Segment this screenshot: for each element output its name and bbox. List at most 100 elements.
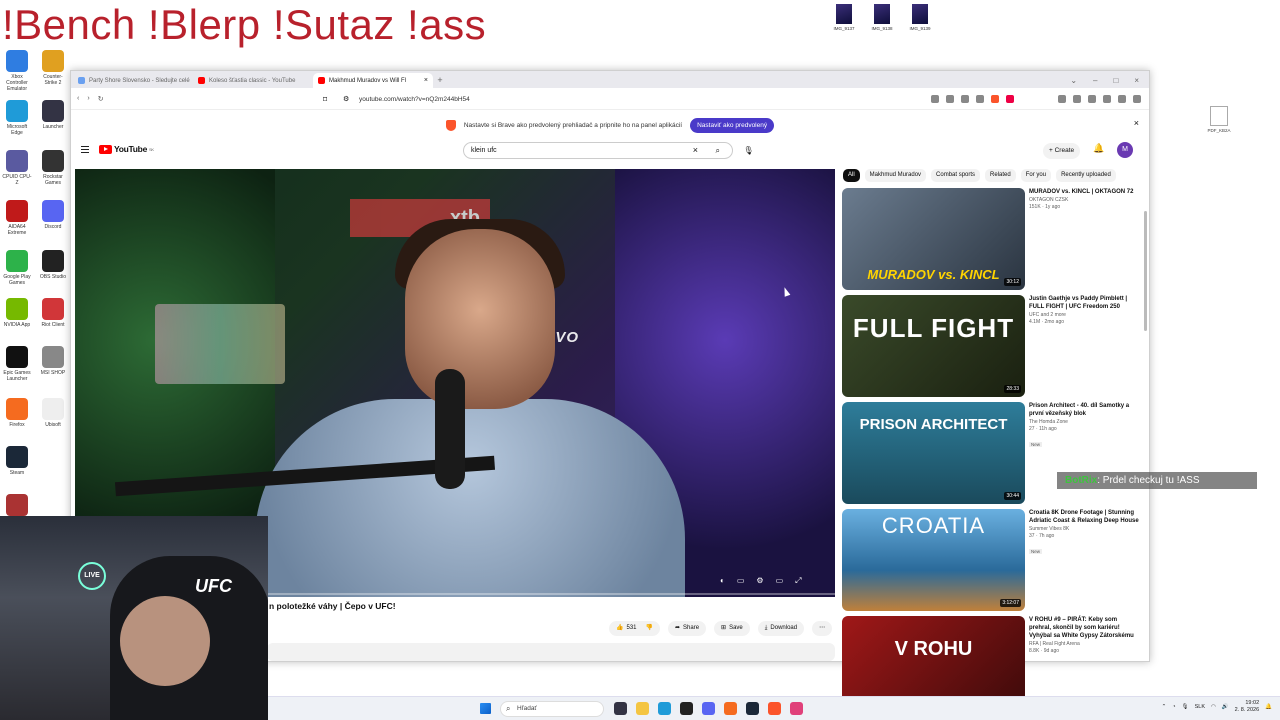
set-default-button[interactable]: Nastaviť ako predvolený <box>690 117 775 133</box>
menu-icon[interactable] <box>1133 95 1141 103</box>
desktop-image-file[interactable]: IMG_9137 <box>832 4 856 31</box>
video-thumbnail[interactable]: CROATIA 3:12:07 <box>842 509 1025 611</box>
brave-rewards-icon[interactable] <box>1006 95 1014 103</box>
save-button[interactable]: ⊞ Save <box>714 621 750 636</box>
desktop-icon[interactable]: Rockstar Games <box>38 150 68 186</box>
recommended-video[interactable]: MURADOV vs. KINCL 30:12 MURADOV vs. KINCL … <box>842 188 1142 290</box>
notification-icon[interactable]: 🔔 <box>1265 704 1272 710</box>
tab-koleso[interactable]: Koleso šťastia classic - YouTube <box>193 73 313 88</box>
download-button[interactable]: ⤓ Download <box>757 621 805 636</box>
cast-icon[interactable] <box>961 95 969 103</box>
brave-icon[interactable] <box>768 702 781 715</box>
desktop-icon[interactable]: Discord <box>38 200 68 230</box>
filter-chip[interactable]: All <box>843 169 860 182</box>
tray-chevron-icon[interactable]: ⌃ <box>1162 704 1167 710</box>
task-view-icon[interactable] <box>614 702 627 715</box>
desktop-icon[interactable]: Steam <box>2 446 32 476</box>
file-explorer-icon[interactable] <box>636 702 649 715</box>
search-input[interactable]: klein ufc × ⌕ <box>463 142 733 159</box>
search-icon[interactable]: ⌕ <box>716 143 720 158</box>
close-window-icon[interactable]: × <box>1134 73 1139 88</box>
desktop-icon[interactable]: Riot Client <box>38 298 68 328</box>
scrollbar[interactable] <box>1144 211 1147 331</box>
steam-icon[interactable] <box>746 702 759 715</box>
youtube-logo[interactable]: YouTube SK <box>99 144 154 154</box>
tab-party-shore[interactable]: Party Shore Slovensko - Sledujte celé <box>73 73 193 88</box>
desktop-icon[interactable]: MSI SHOP <box>38 346 68 376</box>
firefox-icon[interactable] <box>724 702 737 715</box>
taskbar-search-input[interactable]: Hľadať <box>500 701 604 717</box>
channel-name[interactable]: The Homda Zone <box>1029 419 1139 426</box>
desktop-icon[interactable]: Launcher <box>38 100 68 130</box>
video-thumbnail[interactable]: PRISON ARCHITECT 30:44 <box>842 402 1025 504</box>
like-button[interactable]: 👍 531 👎 <box>609 621 660 636</box>
bookmark-icon[interactable]: ⌑ <box>323 95 327 104</box>
video-title[interactable]: Croatia 8K Drone Footage | Stunning Adri… <box>1029 509 1139 525</box>
video-title[interactable]: Justin Gaethje vs Paddy Pimblett | FULL … <box>1029 295 1139 311</box>
desktop-icon[interactable]: Firefox <box>2 398 32 428</box>
reload-icon[interactable]: ↻ <box>98 95 104 103</box>
forward-icon[interactable]: › <box>87 95 89 102</box>
share-icon[interactable] <box>976 95 984 103</box>
obs-icon[interactable] <box>680 702 693 715</box>
new-tab-button[interactable]: + <box>433 73 447 88</box>
clear-search-icon[interactable]: × <box>693 143 698 158</box>
desktop-icon[interactable]: Counter-Strike 2 <box>38 50 68 86</box>
discord-icon[interactable] <box>702 702 715 715</box>
brave-shield-icon[interactable] <box>991 95 999 103</box>
network-icon[interactable]: ◔ <box>1172 704 1175 710</box>
wallet-icon[interactable] <box>1088 95 1096 103</box>
filter-chip[interactable]: Recently uploaded <box>1056 169 1116 182</box>
back-icon[interactable]: ‹ <box>77 95 79 102</box>
video-title[interactable]: Prison Architect - 40. díl Samotky a prv… <box>1029 402 1139 418</box>
music-icon[interactable] <box>1058 95 1066 103</box>
desktop-icon[interactable]: Microsoft Edge <box>2 100 32 136</box>
share-button[interactable]: ➦ Share <box>667 621 707 636</box>
thumbs-down-icon[interactable]: 👎 <box>646 621 653 636</box>
extension-icon[interactable] <box>1103 95 1111 103</box>
recommended-video[interactable]: FULL FIGHT 28:33 Justin Gaethje vs Paddy P… <box>842 295 1142 397</box>
filter-chip[interactable]: Makhmud Muradov <box>864 169 927 182</box>
description-box[interactable] <box>267 643 835 661</box>
desktop-icon[interactable]: NVIDIA App <box>2 298 32 328</box>
site-info-icon[interactable]: ⚙ <box>343 95 349 103</box>
sidebar-icon[interactable] <box>1073 95 1081 103</box>
voice-search-icon[interactable]: 🎙 <box>742 144 755 157</box>
zoom-icon[interactable] <box>946 95 954 103</box>
desktop-image-file[interactable]: IMG_9138 <box>870 4 894 31</box>
desktop-icon-pdf[interactable]: PDF_KB2A <box>1204 106 1234 133</box>
maximize-icon[interactable]: □ <box>1113 73 1118 88</box>
close-notice-icon[interactable]: × <box>1134 118 1139 128</box>
create-button[interactable]: + Create <box>1043 143 1081 159</box>
captions-icon[interactable]: ▭ <box>737 576 745 586</box>
desktop-icon[interactable]: AIDA64 Extreme <box>2 200 32 236</box>
video-title[interactable]: MURADOV vs. KINCL | OKTAGON 72 <box>1029 188 1139 196</box>
mic-icon[interactable]: 🎙 <box>1182 704 1189 710</box>
desktop-icon[interactable]: Xbox Controller Emulator <box>2 50 32 92</box>
clock[interactable]: 19:02 2. 8. 2026 <box>1235 700 1259 714</box>
translate-icon[interactable] <box>931 95 939 103</box>
theater-mode-icon[interactable]: ▭ <box>776 576 784 586</box>
desktop-icon[interactable]: OBS Studio <box>38 250 68 280</box>
filter-chip[interactable]: For you <box>1020 169 1052 182</box>
video-thumbnail[interactable]: FULL FIGHT 28:33 <box>842 295 1025 397</box>
settings-gear-icon[interactable]: ⚙ <box>756 576 763 586</box>
autoplay-toggle-icon[interactable]: ◐ <box>720 576 725 586</box>
desktop-icon[interactable]: Ubisoft <box>38 398 68 428</box>
video-thumbnail[interactable]: MURADOV vs. KINCL 30:12 <box>842 188 1025 290</box>
desktop-image-file[interactable]: IMG_9139 <box>908 4 932 31</box>
avatar[interactable]: M <box>1117 142 1133 158</box>
channel-name[interactable]: UFC and 2 more <box>1029 312 1139 319</box>
filter-chip[interactable]: Related <box>985 169 1016 182</box>
app-icon[interactable] <box>790 702 803 715</box>
volume-icon[interactable]: 🔊 <box>1222 704 1229 710</box>
vpn-icon[interactable] <box>1118 95 1126 103</box>
chevron-down-icon[interactable]: ⌄ <box>1070 73 1077 88</box>
fullscreen-icon[interactable]: ⤢ <box>795 576 801 586</box>
close-tab-icon[interactable]: × <box>424 77 428 84</box>
channel-name[interactable]: Summer Vibes 8K <box>1029 526 1139 533</box>
minimize-icon[interactable]: – <box>1093 73 1097 88</box>
channel-name[interactable]: OKTAGON CZSK <box>1029 197 1139 204</box>
desktop-icon[interactable]: CPUID CPU-Z <box>2 150 32 186</box>
language-indicator[interactable]: SLK <box>1195 704 1205 710</box>
